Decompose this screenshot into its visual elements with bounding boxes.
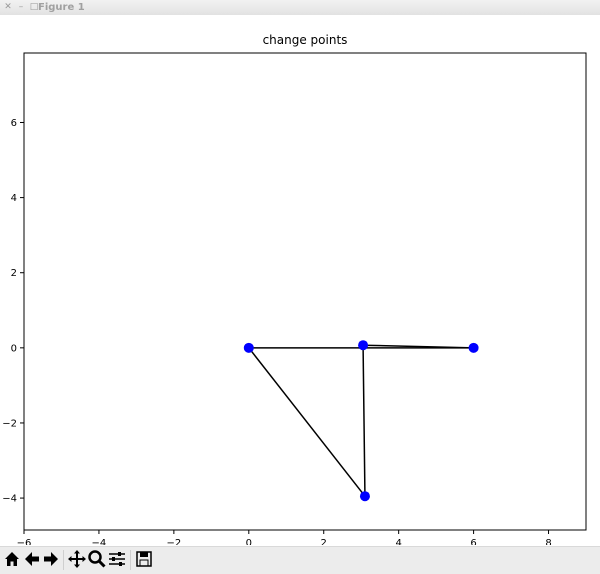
y-tick-label: −2 [2,418,17,429]
x-tick-label: 4 [395,538,401,545]
toolbar-separator [63,550,64,570]
y-tick-label: 0 [11,343,17,354]
pan-button[interactable] [67,549,87,569]
x-tick-label: 2 [321,538,327,545]
zoom-icon [88,550,106,568]
draggable-point[interactable] [468,342,479,353]
navigation-toolbar [0,546,600,574]
home-icon [5,552,19,566]
forward-button[interactable] [41,549,61,569]
toolbar-separator [130,550,131,570]
connecting-line [362,345,366,497]
x-tick-label: 0 [246,538,252,545]
y-tick-label: −4 [2,494,17,505]
draggable-point[interactable] [243,342,254,353]
save-button[interactable] [134,549,154,569]
x-tick-label: −6 [17,538,32,545]
chart-title: change points [263,33,348,47]
zoom-button[interactable] [87,549,107,569]
forward-arrow-icon [44,552,58,566]
connecting-line [248,347,366,497]
x-tick-label: 6 [470,538,476,545]
pan-icon [68,550,86,568]
close-window-icon[interactable]: ✕ [3,2,13,12]
window-titlebar: ✕ – □ Figure 1 [0,0,600,16]
configure-subplots-icon [109,552,125,566]
x-tick-label: 8 [545,538,551,545]
window-title: Figure 1 [38,2,85,13]
minimize-window-icon[interactable]: – [16,2,26,12]
configure-subplots-button[interactable] [107,549,127,569]
axes-frame [23,52,587,531]
plot-svg: change points −6 −4 −2 0 2 4 6 8 −4 −2 0 2 4 6 [2,33,587,549]
x-tick-label: −2 [166,538,181,545]
back-arrow-icon [25,552,39,566]
save-icon [136,551,152,567]
home-button[interactable] [2,549,22,569]
y-tick-label: 6 [11,118,17,129]
figure-canvas[interactable]: change points −6 −4 −2 0 2 4 6 8 −4 −2 0 2 4 6 [0,15,600,549]
draggable-point[interactable] [358,340,369,351]
y-tick-label: 4 [11,193,17,204]
back-button[interactable] [22,549,42,569]
y-tick-label: 2 [11,268,17,279]
draggable-point[interactable] [359,491,370,502]
x-tick-label: −4 [92,538,107,545]
